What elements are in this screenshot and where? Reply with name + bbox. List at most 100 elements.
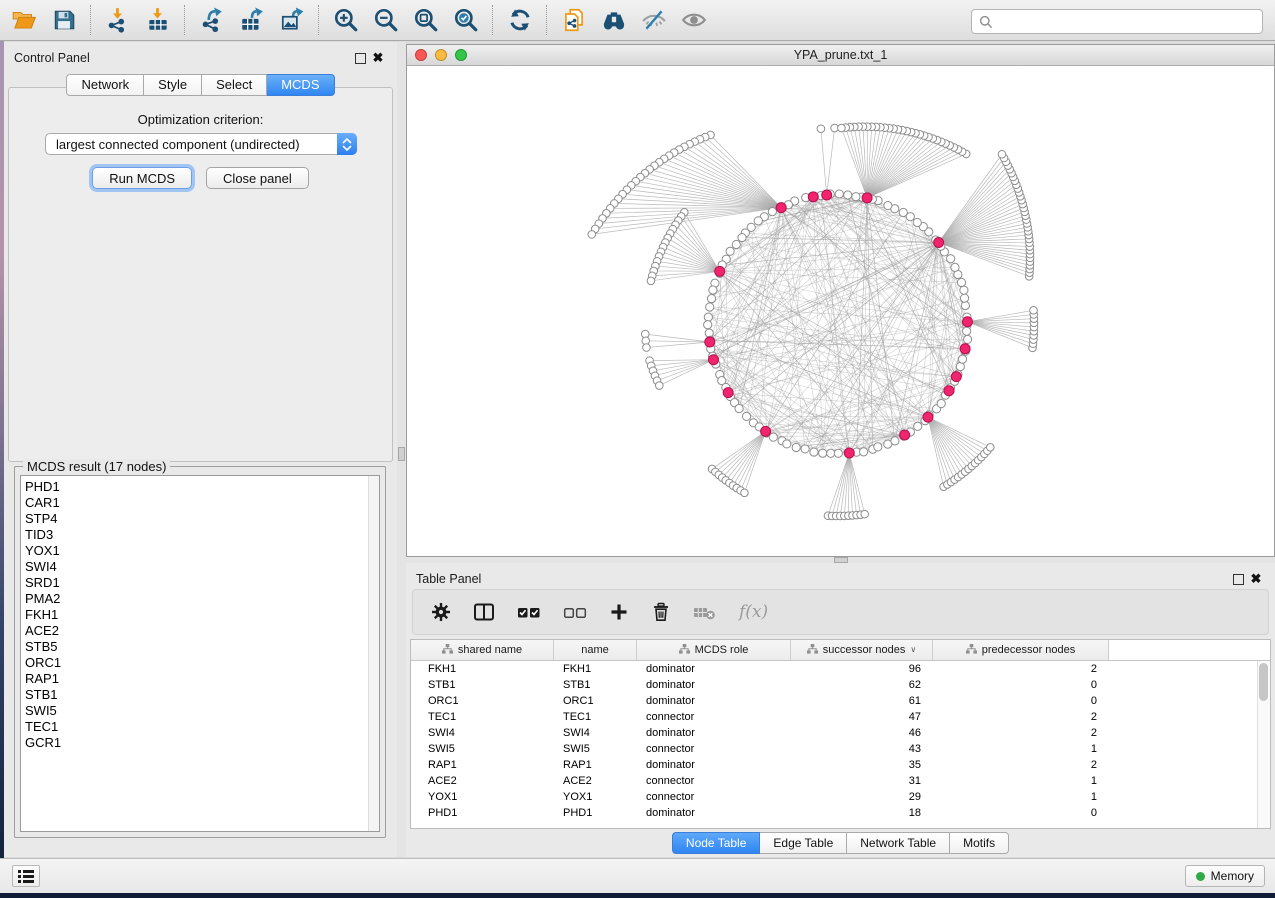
vertical-splitter-handle[interactable] — [398, 447, 405, 461]
mcds-hub-node[interactable] — [776, 203, 786, 213]
mcds-hub-node[interactable] — [822, 190, 832, 200]
table-row[interactable]: SWI4SWI4dominator462 — [411, 725, 1270, 741]
tab-node-table[interactable]: Node Table — [672, 832, 761, 854]
mcds-result-item[interactable]: PHD1 — [21, 479, 379, 495]
mcds-result-list[interactable]: PHD1CAR1STP4TID3YOX1SWI4SRD1PMA2FKH1ACE2… — [20, 475, 380, 832]
mcds-result-item[interactable]: ACE2 — [21, 623, 379, 639]
open-file-button[interactable] — [4, 2, 44, 38]
settings-gear-button[interactable] — [431, 602, 451, 622]
mcds-hub-node[interactable] — [709, 355, 719, 365]
float-panel-button[interactable] — [351, 50, 369, 66]
mcds-result-item[interactable]: PMA2 — [21, 591, 379, 607]
task-history-button[interactable] — [12, 865, 40, 887]
mcds-hub-node[interactable] — [960, 344, 970, 354]
hide-details-button[interactable] — [634, 2, 674, 38]
mcds-result-item[interactable]: SWI4 — [21, 559, 379, 575]
mcds-result-item[interactable]: TID3 — [21, 527, 379, 543]
table-float-button[interactable] — [1229, 571, 1247, 587]
mcds-result-item[interactable]: RAP1 — [21, 671, 379, 687]
mcds-hub-node[interactable] — [723, 388, 733, 398]
column-header-successor-nodes[interactable]: successor nodes∨ — [791, 640, 933, 660]
mcds-hub-node[interactable] — [844, 448, 854, 458]
import-table-button[interactable] — [138, 2, 178, 38]
zoom-fit-button[interactable] — [406, 2, 446, 38]
mcds-hub-node[interactable] — [900, 430, 910, 440]
search-network-button[interactable] — [594, 2, 634, 38]
deselect-all-button[interactable] — [563, 602, 587, 622]
mcds-hub-node[interactable] — [715, 266, 725, 276]
optimization-criterion-select[interactable]: largest connected component (undirected) — [45, 133, 357, 155]
export-network-button[interactable] — [192, 2, 232, 38]
mcds-hub-node[interactable] — [962, 317, 972, 327]
tab-network-table[interactable]: Network Table — [847, 832, 950, 854]
network-window-titlebar[interactable]: YPA_prune.txt_1 — [407, 45, 1274, 66]
table-row[interactable]: YOX1YOX1connector291 — [411, 789, 1270, 805]
table-close-button[interactable]: ✖ — [1247, 571, 1265, 587]
export-image-button[interactable] — [272, 2, 312, 38]
column-header-shared-name[interactable]: shared name — [411, 640, 554, 660]
tab-motifs[interactable]: Motifs — [950, 832, 1009, 854]
column-header-predecessor-nodes[interactable]: predecessor nodes — [933, 640, 1109, 660]
zoom-out-button[interactable] — [366, 2, 406, 38]
mcds-hub-node[interactable] — [951, 372, 961, 382]
search-box[interactable] — [971, 9, 1263, 34]
cell-shared-name: YOX1 — [411, 791, 554, 803]
mcds-hub-node[interactable] — [944, 386, 954, 396]
select-all-checked-button[interactable] — [517, 602, 541, 622]
mcds-hub-node[interactable] — [934, 238, 944, 248]
mcds-result-item[interactable]: STB5 — [21, 639, 379, 655]
zoom-in-button[interactable] — [326, 2, 366, 38]
tab-network[interactable]: Network — [66, 74, 144, 96]
run-mcds-button[interactable]: Run MCDS — [92, 167, 192, 189]
mcds-result-item[interactable]: YOX1 — [21, 543, 379, 559]
network-canvas[interactable] — [407, 66, 1274, 556]
table-row[interactable]: PHD1PHD1dominator180 — [411, 805, 1270, 821]
table-row[interactable]: SWI5SWI5connector431 — [411, 741, 1270, 757]
mcds-result-item[interactable]: STB1 — [21, 687, 379, 703]
column-header-MCDS-role[interactable]: MCDS role — [637, 640, 791, 660]
table-row[interactable]: FKH1FKH1dominator962 — [411, 661, 1270, 677]
show-graphics-details-button[interactable] — [674, 2, 714, 38]
memory-button[interactable]: Memory — [1185, 865, 1265, 887]
table-scrollbar[interactable] — [1257, 661, 1270, 828]
mcds-hub-node[interactable] — [705, 337, 715, 347]
close-panel-button-mcds[interactable]: Close panel — [206, 167, 309, 189]
add-column-button[interactable] — [609, 602, 629, 622]
zoom-selected-button[interactable] — [446, 2, 486, 38]
column-layout-button[interactable] — [473, 602, 495, 622]
table-row[interactable]: ORC1ORC1dominator610 — [411, 693, 1270, 709]
column-header-name[interactable]: name — [554, 640, 637, 660]
mcds-result-item[interactable]: ORC1 — [21, 655, 379, 671]
search-input[interactable] — [997, 12, 1262, 31]
mcds-hub-node[interactable] — [808, 192, 818, 202]
table-row[interactable]: TEC1TEC1connector472 — [411, 709, 1270, 725]
mcds-result-item[interactable]: TEC1 — [21, 719, 379, 735]
mcds-hub-node[interactable] — [923, 412, 933, 422]
table-scrollbar-thumb[interactable] — [1259, 663, 1268, 701]
close-panel-button[interactable]: ✖ — [369, 50, 387, 66]
function-builder-button[interactable]: f(x) — [739, 602, 768, 622]
export-table-button[interactable] — [232, 2, 272, 38]
vertical-splitter[interactable] — [397, 42, 406, 857]
import-network-button[interactable] — [98, 2, 138, 38]
mcds-result-item[interactable]: SWI5 — [21, 703, 379, 719]
tab-style[interactable]: Style — [144, 74, 202, 96]
table-row[interactable]: STB1STB1dominator620 — [411, 677, 1270, 693]
tab-select[interactable]: Select — [202, 74, 267, 96]
tab-mcds[interactable]: MCDS — [267, 74, 334, 96]
mcds-list-scrollbar[interactable] — [368, 476, 379, 831]
refresh-network-button[interactable] — [500, 2, 540, 38]
mcds-result-item[interactable]: GCR1 — [21, 735, 379, 751]
mcds-hub-node[interactable] — [761, 426, 771, 436]
mcds-result-item[interactable]: SRD1 — [21, 575, 379, 591]
table-row[interactable]: ACE2ACE2connector311 — [411, 773, 1270, 789]
mcds-result-item[interactable]: STP4 — [21, 511, 379, 527]
mcds-result-item[interactable]: CAR1 — [21, 495, 379, 511]
table-row[interactable]: RAP1RAP1dominator352 — [411, 757, 1270, 773]
delete-column-button[interactable] — [651, 602, 671, 622]
mcds-result-item[interactable]: FKH1 — [21, 607, 379, 623]
save-session-button[interactable] — [44, 2, 84, 38]
tab-edge-table[interactable]: Edge Table — [760, 832, 847, 854]
mcds-hub-node[interactable] — [862, 193, 872, 203]
clone-network-button[interactable] — [554, 2, 594, 38]
